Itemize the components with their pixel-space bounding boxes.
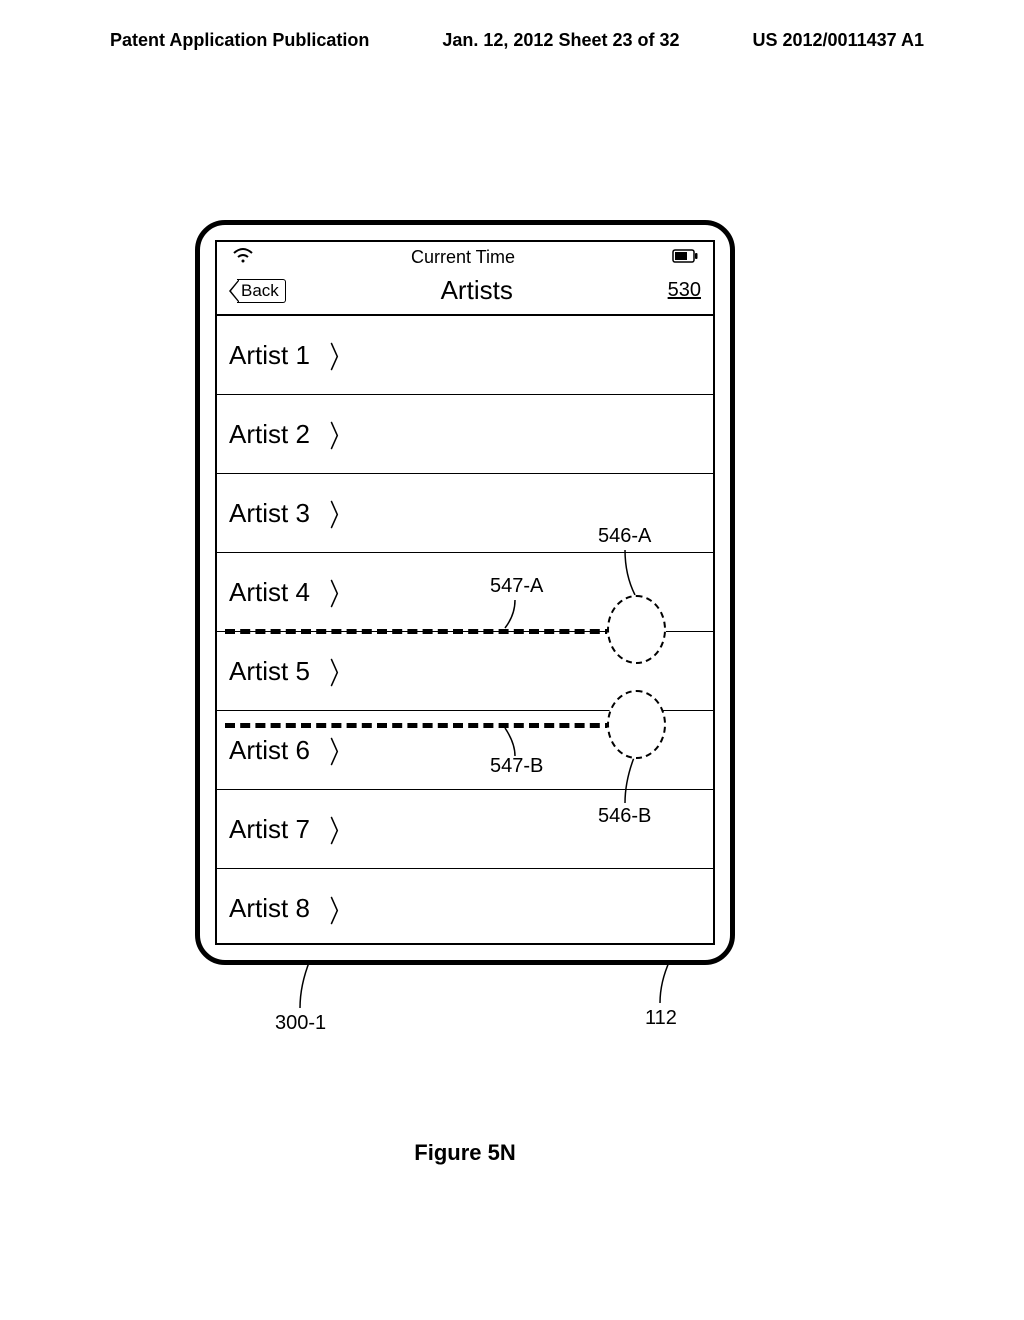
header-left: Patent Application Publication <box>110 30 369 51</box>
artist-label: Artist 5 <box>229 656 310 687</box>
leader-546b <box>620 755 650 805</box>
chevron-right-icon: 〉 <box>329 887 350 931</box>
list-item[interactable]: Artist 2 〉 <box>217 395 713 474</box>
touch-ellipse-top <box>607 595 666 664</box>
artist-label: Artist 3 <box>229 498 310 529</box>
chevron-right-icon: 〉 <box>329 570 350 614</box>
nav-bar: Back Artists 530 <box>217 271 713 316</box>
back-chevron-icon <box>229 279 239 303</box>
leader-112 <box>655 960 685 1005</box>
header-center: Jan. 12, 2012 Sheet 23 of 32 <box>442 30 679 51</box>
leader-547b <box>500 728 530 758</box>
gesture-line-top <box>225 629 615 634</box>
battery-icon <box>672 247 698 268</box>
list-item[interactable]: Artist 1 〉 <box>217 316 713 395</box>
chevron-right-icon: 〉 <box>329 649 350 693</box>
nav-title: Artists <box>441 275 513 306</box>
artist-label: Artist 8 <box>229 893 310 924</box>
artist-label: Artist 4 <box>229 577 310 608</box>
leader-300-1 <box>295 960 325 1010</box>
leader-547a <box>500 600 530 632</box>
callout-112: 112 <box>645 1007 677 1030</box>
chevron-right-icon: 〉 <box>329 412 350 456</box>
back-button[interactable]: Back <box>229 279 286 303</box>
callout-546a: 546-A <box>598 525 651 548</box>
artist-label: Artist 6 <box>229 735 310 766</box>
callout-547b: 547-B <box>490 755 543 778</box>
chevron-right-icon: 〉 <box>329 728 350 772</box>
figure-container: Current Time Back Artists 530 <box>195 220 735 965</box>
leader-546a <box>620 550 650 600</box>
back-button-label: Back <box>237 279 286 303</box>
artist-label: Artist 7 <box>229 814 310 845</box>
header-right: US 2012/0011437 A1 <box>753 30 924 51</box>
callout-547a: 547-A <box>490 575 543 598</box>
callout-546b: 546-B <box>598 805 651 828</box>
page-header: Patent Application Publication Jan. 12, … <box>0 0 1024 61</box>
status-bar: Current Time <box>217 242 713 271</box>
touch-ellipse-bottom <box>607 690 666 759</box>
list-item[interactable]: Artist 8 〉 <box>217 869 713 948</box>
wifi-icon <box>232 247 254 268</box>
figure-caption: Figure 5N <box>195 1140 735 1166</box>
device-frame: Current Time Back Artists 530 <box>195 220 735 965</box>
current-time-label: Current Time <box>411 247 515 268</box>
chevron-right-icon: 〉 <box>329 333 350 377</box>
chevron-right-icon: 〉 <box>329 807 350 851</box>
callout-300-1: 300-1 <box>275 1012 326 1035</box>
nav-ref-number: 530 <box>668 279 701 302</box>
gesture-line-bottom <box>225 723 615 728</box>
chevron-right-icon: 〉 <box>329 491 350 535</box>
artist-label: Artist 2 <box>229 419 310 450</box>
artist-label: Artist 1 <box>229 340 310 371</box>
